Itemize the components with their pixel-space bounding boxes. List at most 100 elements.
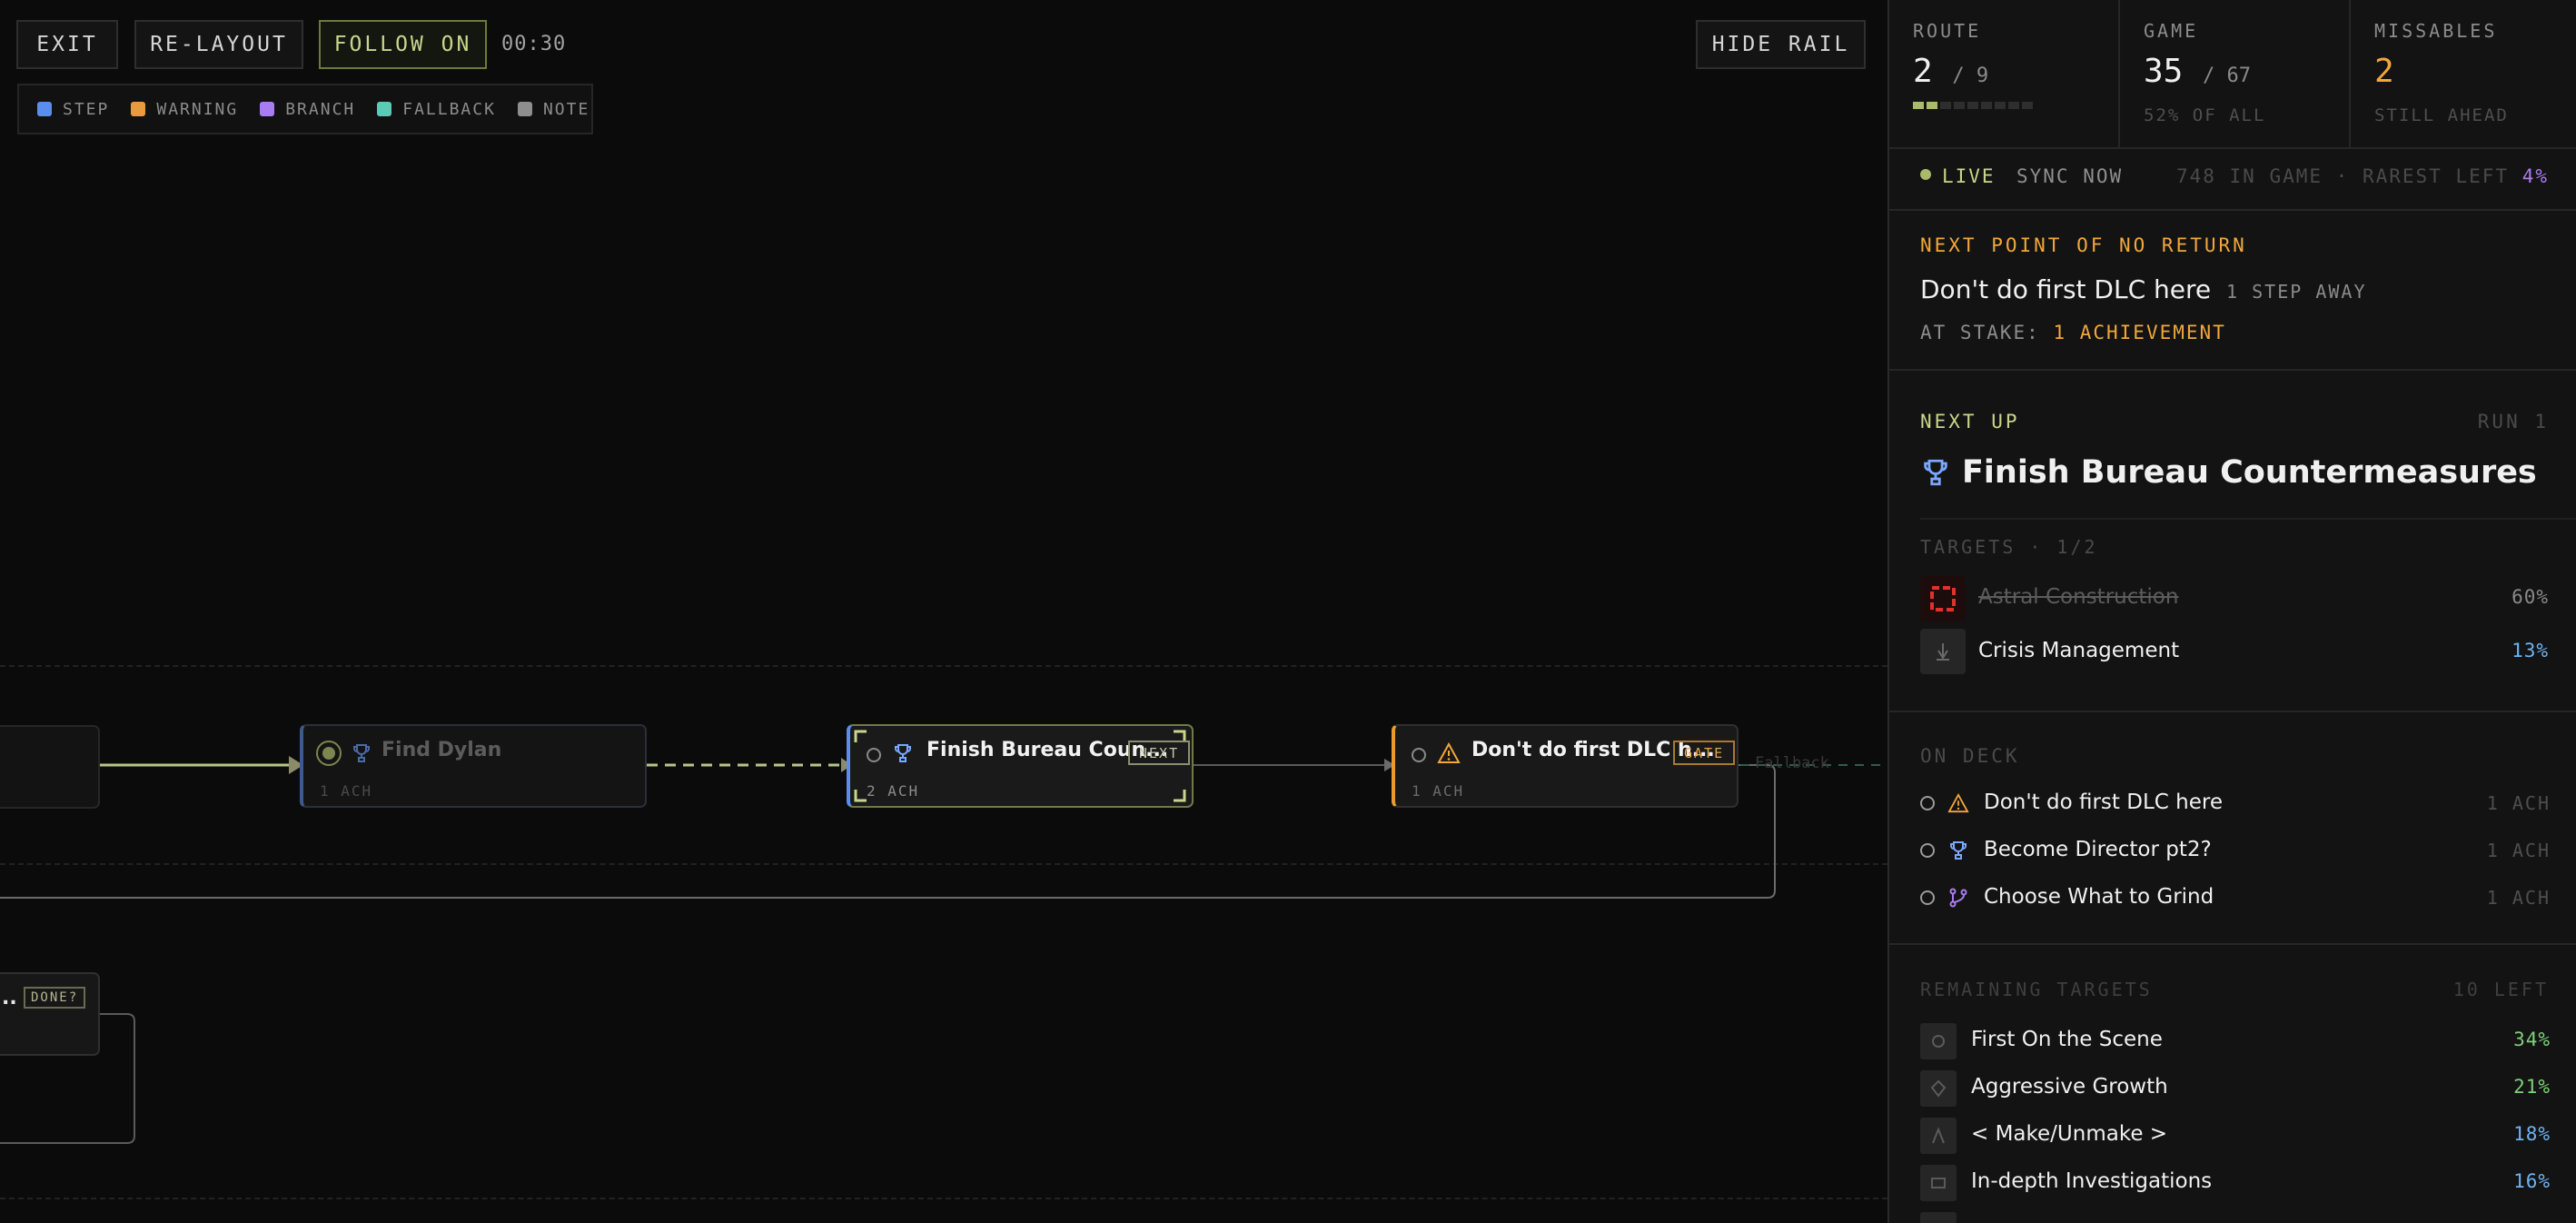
stake-value: 1 ACHIEVEMENT [2053, 322, 2226, 343]
on-deck-name: Don't do first DLC here [1984, 790, 2223, 814]
ponr-title: Don't do first DLC here 1 STEP AWAY [1920, 274, 2367, 304]
route-current: 2 [1913, 53, 1933, 90]
achievement-thumb [1920, 1118, 1957, 1154]
sync-now-button[interactable]: SYNC NOW [2016, 165, 2123, 187]
on-deck-ach: 1 ACH [2486, 887, 2551, 909]
target-name: Crisis Management [1978, 639, 2180, 662]
progress-segment [2008, 102, 2019, 109]
game-stat: GAME 35 / 67 52% OF ALL [2120, 0, 2351, 149]
progress-segment [1913, 102, 1924, 109]
remaining-item[interactable]: < Make/Unmake > 18% [1889, 1116, 2576, 1156]
status-ring [1920, 796, 1935, 810]
on-deck-item[interactable]: Become Director pt2? 1 ACH [1889, 834, 2576, 870]
stat-foot: 52% OF ALL [2144, 105, 2266, 125]
remaining-item[interactable]: In-depth Investigations 16% [1889, 1163, 2576, 1203]
target-pct: 60% [2512, 586, 2549, 608]
graph-node-find-dylan[interactable]: Find Dylan 1 ACH [300, 724, 647, 808]
target-name: Astral Construction [1978, 585, 2179, 609]
stat-value: 35 / 67 [2144, 53, 2251, 90]
remaining-pct: 21% [2513, 1076, 2551, 1098]
on-deck-name: Become Director pt2? [1984, 838, 2212, 861]
route-stat: ROUTE 2 / 9 [1889, 0, 2120, 149]
achievement-thumb [1920, 1165, 1957, 1201]
divider [1920, 518, 2576, 520]
progress-segment [2022, 102, 2033, 109]
route-progress-bar [1913, 102, 2033, 109]
progress-segment [1995, 102, 2006, 109]
remaining-name: < Make/Unmake > [1971, 1122, 2168, 1146]
missables-stat: MISSABLES 2 STILL AHEAD [2351, 0, 2576, 149]
graph-node-dont-dlc[interactable]: Don't do first DLC h... GATE 1 ACH [1392, 724, 1739, 808]
targets-label: TARGETS · 1/2 [1920, 536, 2098, 558]
node-ach-count: 1 ACH [320, 782, 373, 800]
node-ach-count: 2 ACH [867, 782, 920, 800]
achievement-thumb [1920, 1070, 1957, 1107]
ponr-stake: AT STAKE: 1 ACHIEVEMENT [1920, 322, 2226, 343]
badge-icon [1932, 1035, 1945, 1048]
gate-badge: GATE [1673, 741, 1736, 765]
side-rail: ROUTE 2 / 9 GAME 35 / 67 52% OF ALL MISS… [1887, 0, 2576, 1223]
graph-edges [0, 756, 1887, 1144]
game-current: 35 [2144, 53, 2184, 90]
done-badge: DONE? [24, 987, 86, 1009]
badge-icon [1930, 1079, 1947, 1098]
missables-count: 2 [2374, 53, 2394, 90]
ponr-title-text: Don't do first DLC here [1920, 274, 2212, 304]
target-pct: 13% [2512, 640, 2549, 661]
remaining-name: First On the Scene [1971, 1028, 2163, 1051]
achievement-thumb-astral [1920, 576, 1966, 621]
node-ach-count: 1 ACH [1412, 782, 1465, 800]
stat-label: MISSABLES [2374, 20, 2498, 42]
graph-node-lower[interactable]: .. DONE? [0, 972, 100, 1056]
divider [1889, 711, 2576, 712]
completed-ring [316, 741, 342, 766]
remaining-item-partial[interactable] [1889, 1210, 2576, 1223]
stat-foot: STILL AHEAD [2374, 105, 2509, 125]
completed-dot [322, 747, 335, 760]
crisis-icon [1937, 643, 1949, 661]
game-info-text: 748 IN GAME · RAREST LEFT [2175, 165, 2510, 187]
badge-icon [1932, 1127, 1945, 1144]
progress-segment [1967, 102, 1978, 109]
badge-icon [1931, 1178, 1946, 1188]
remaining-count: 10 LEFT [2452, 979, 2549, 1000]
fallback-edge-label: Fallback [1755, 754, 1829, 772]
status-ring [867, 748, 881, 762]
divider [1889, 369, 2576, 371]
on-deck-item[interactable]: Choose What to Grind 1 ACH [1889, 881, 2576, 918]
progress-segment [1927, 102, 1937, 109]
live-label: LIVE [1942, 165, 1996, 187]
on-deck-item[interactable]: Don't do first DLC here 1 ACH [1889, 787, 2576, 823]
graph-node-previous[interactable] [0, 725, 100, 809]
next-up-title: Finish Bureau Countermeasures [1962, 454, 2537, 491]
graph-node-finish-bureau[interactable]: Finish Bureau Coun... NEXT 2 ACH [847, 724, 1194, 808]
route-canvas[interactable]: EXIT RE-LAYOUT FOLLOW ON 00:30 HIDE RAIL… [0, 0, 1887, 1223]
achievement-thumb [1920, 1023, 1957, 1059]
remaining-pct: 18% [2513, 1123, 2551, 1145]
divider [1889, 943, 2576, 945]
progress-segment [1940, 102, 1951, 109]
trophy-icon [1924, 459, 1947, 486]
divider [1889, 209, 2576, 211]
branch-icon [1949, 888, 1967, 908]
trophy-icon [353, 744, 370, 762]
remaining-pct: 34% [2513, 1029, 2551, 1050]
warning-icon [1947, 793, 1969, 813]
ponr-heading: NEXT POINT OF NO RETURN [1920, 234, 2247, 256]
astral-icon [1930, 586, 1956, 612]
stat-label: ROUTE [1913, 20, 1982, 42]
remaining-name: Aggressive Growth [1971, 1075, 2168, 1099]
remaining-pct: 16% [2513, 1170, 2551, 1192]
rarest-left-value: 4% [2522, 165, 2549, 187]
remaining-item[interactable]: First On the Scene 34% [1889, 1021, 2576, 1061]
live-indicator [1920, 169, 1931, 180]
warning-icon [1437, 742, 1461, 763]
run-label: RUN 1 [2477, 411, 2549, 433]
remaining-item[interactable]: Aggressive Growth 21% [1889, 1069, 2576, 1109]
game-total: / 67 [2203, 65, 2252, 87]
progress-segment [1981, 102, 1992, 109]
trophy-icon [1950, 841, 1967, 860]
achievement-thumb [1920, 1212, 1957, 1223]
node-title: Find Dylan [381, 739, 502, 761]
achievement-thumb-crisis [1920, 629, 1966, 674]
